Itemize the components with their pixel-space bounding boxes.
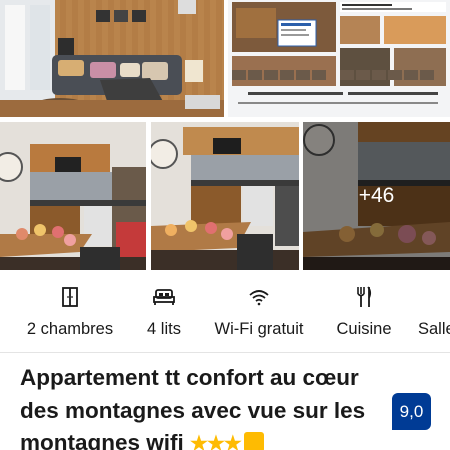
amenity-bathroom: Salle bbox=[418, 285, 450, 339]
amenity-bedrooms: 2 chambres bbox=[20, 285, 120, 339]
amenity-label: 4 lits bbox=[147, 320, 181, 338]
more-photos-count: +46 bbox=[358, 184, 395, 207]
amenity-kitchen: Cuisine bbox=[331, 285, 397, 339]
review-score-badge[interactable]: 9,0 bbox=[392, 393, 431, 430]
wifi-icon bbox=[248, 285, 270, 309]
section-divider bbox=[0, 352, 450, 353]
amenity-wifi: Wi-Fi gratuit bbox=[207, 285, 311, 339]
amenity-label: Wi-Fi gratuit bbox=[214, 320, 304, 338]
amenities-row: 2 chambres 4 lits Wi-Fi gratuit Cuisine … bbox=[0, 285, 450, 347]
amenity-label: Salle bbox=[418, 320, 450, 338]
property-title: Appartement tt confort au cœur des monta… bbox=[20, 362, 385, 450]
photo-listing-screenshot[interactable] bbox=[228, 0, 450, 117]
photo-gallery: +46 bbox=[0, 0, 450, 272]
kitchen-icon bbox=[355, 285, 373, 309]
property-page: +46 2 chambres 4 lits Wi-Fi gratuit Cuis… bbox=[0, 0, 450, 450]
star-rating: ★★★ bbox=[190, 433, 242, 450]
more-photos-overlay[interactable]: +46 bbox=[303, 122, 450, 270]
partner-badge-icon bbox=[243, 432, 264, 450]
bed-icon bbox=[153, 285, 175, 309]
door-icon bbox=[60, 285, 80, 309]
photo-living-room[interactable] bbox=[0, 0, 224, 117]
amenity-label: Cuisine bbox=[336, 320, 392, 338]
review-score: 9,0 bbox=[399, 401, 424, 421]
photo-kitchen-3[interactable]: +46 bbox=[303, 122, 450, 270]
photo-kitchen-1[interactable] bbox=[0, 122, 146, 270]
photo-kitchen-2[interactable] bbox=[151, 122, 299, 270]
amenity-beds: 4 lits bbox=[136, 285, 192, 339]
amenity-label: 2 chambres bbox=[26, 320, 114, 338]
